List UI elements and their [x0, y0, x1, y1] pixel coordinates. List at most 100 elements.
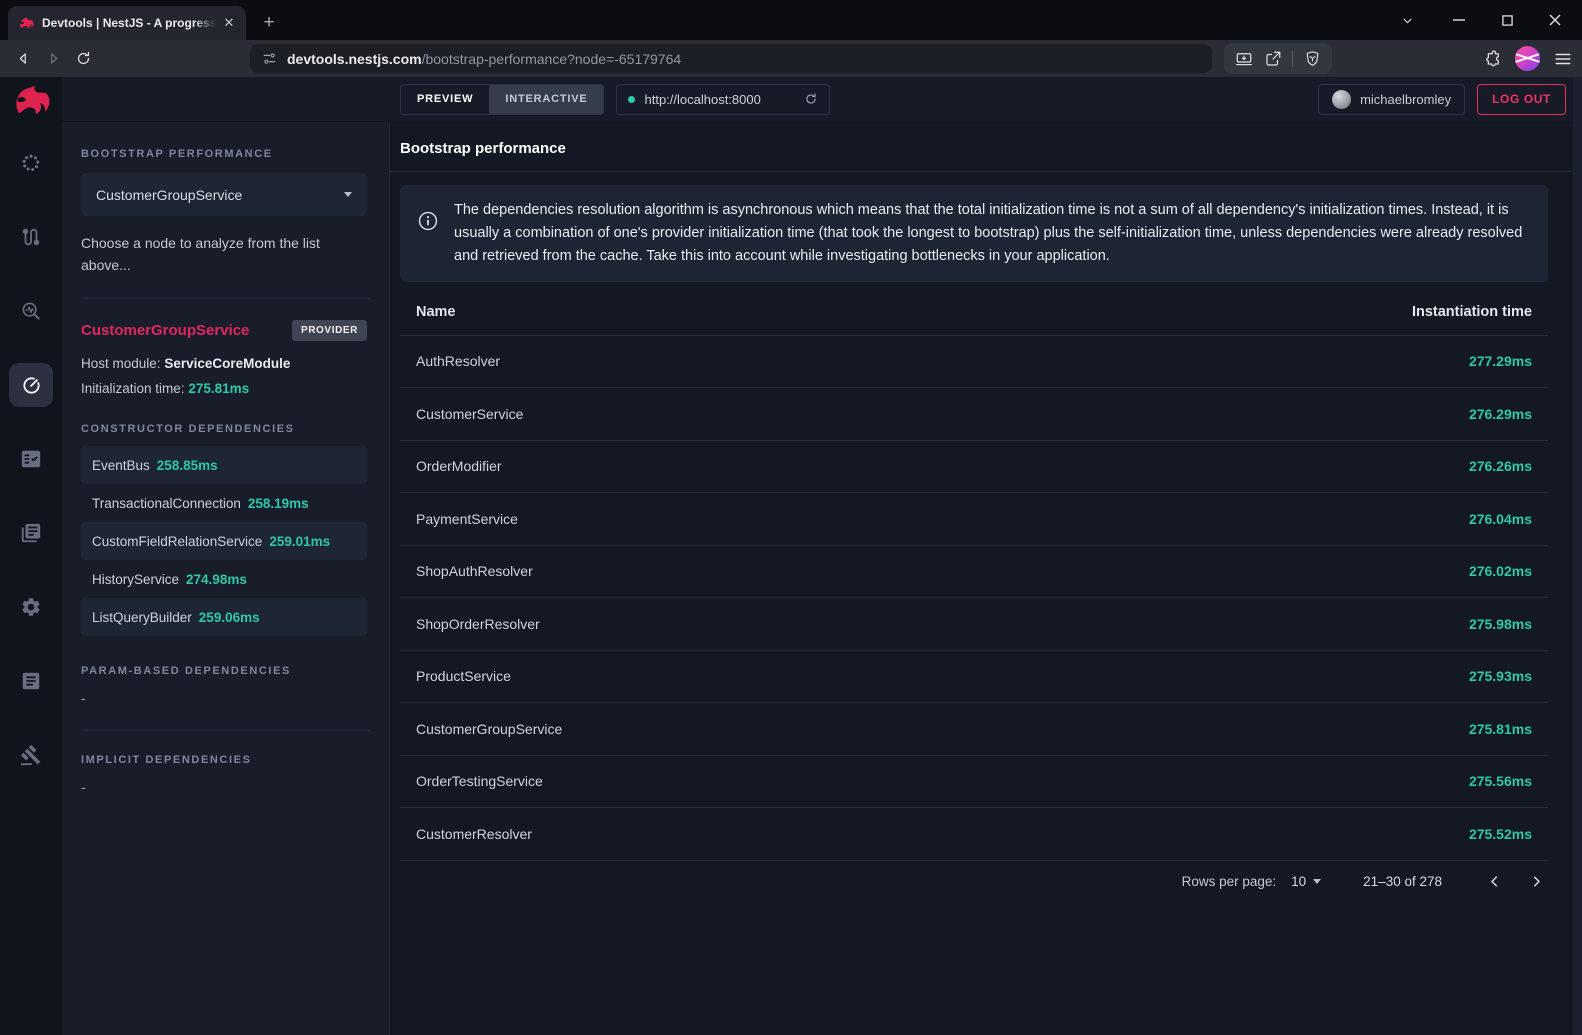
row-instantiation-time: 277.29ms [1469, 353, 1532, 369]
init-time-row: Initialization time: 275.81ms [81, 381, 367, 396]
divider [81, 298, 371, 299]
new-tab-button[interactable]: + [256, 10, 282, 36]
dependency-item[interactable]: EventBus 258.85ms [81, 446, 367, 484]
param-deps-title: PARAM-BASED DEPENDENCIES [81, 665, 367, 677]
dependency-name: EventBus [92, 458, 150, 473]
tab-search-icon[interactable] [1384, 0, 1430, 40]
dependency-time: 259.01ms [269, 534, 330, 549]
table-row[interactable]: CustomerResolver275.52ms [400, 808, 1548, 861]
row-instantiation-time: 275.56ms [1469, 773, 1532, 789]
nestjs-favicon [18, 15, 34, 31]
url-text: devtools.nestjs.com/bootstrap-performanc… [287, 51, 681, 67]
prev-page-button[interactable] [1482, 870, 1506, 894]
dependency-time: 258.85ms [157, 458, 218, 473]
interactive-tab[interactable]: INTERACTIVE [489, 85, 603, 114]
dependency-item[interactable]: CustomFieldRelationService259.01ms [81, 522, 367, 560]
constructor-deps-title: CONSTRUCTOR DEPENDENCIES [81, 423, 367, 435]
dependency-name: HistoryService [92, 572, 179, 587]
dependency-item[interactable]: TransactionalConnection 258.19ms [81, 484, 367, 522]
table-row[interactable]: CustomerGroupService275.81ms [400, 703, 1548, 756]
brave-shields-icon[interactable] [1304, 50, 1321, 67]
table-row[interactable]: CustomerService276.29ms [400, 388, 1548, 441]
app-topbar: PREVIEW INTERACTIVE http://localhost:800… [62, 77, 1582, 122]
extensions-icon[interactable] [1482, 49, 1501, 68]
browser-tab[interactable]: Devtools | NestJS - A progressive ✕ [8, 6, 246, 40]
address-bar[interactable]: devtools.nestjs.com/bootstrap-performanc… [250, 44, 1212, 73]
table-row[interactable]: PaymentService276.04ms [400, 493, 1548, 546]
table-row[interactable]: ShopOrderResolver275.98ms [400, 598, 1548, 651]
page-title: Bootstrap performance [400, 140, 1582, 157]
node-select[interactable]: CustomerGroupService [81, 173, 367, 216]
performance-gauge-icon[interactable] [9, 363, 53, 407]
audit-checklist-icon[interactable] [9, 437, 53, 481]
tab-title: Devtools | NestJS - A progressive [42, 16, 216, 30]
provider-badge: PROVIDER [292, 320, 367, 341]
row-name: PaymentService [416, 511, 518, 527]
row-instantiation-time: 275.81ms [1469, 721, 1532, 737]
info-icon [417, 210, 439, 232]
dependency-item[interactable]: ListQueryBuilder259.06ms [81, 598, 367, 636]
row-instantiation-time: 276.29ms [1469, 406, 1532, 422]
implicit-deps-value: - [81, 779, 367, 795]
gavel-icon[interactable] [9, 733, 53, 777]
row-name: ProductService [416, 668, 511, 684]
table-row[interactable]: OrderTestingService 275.56ms [400, 756, 1548, 809]
param-deps-value: - [81, 690, 367, 706]
logout-button[interactable]: LOG OUT [1477, 84, 1566, 115]
panel-section-title: BOOTSTRAP PERFORMANCE [81, 148, 367, 160]
route-icon[interactable] [9, 215, 53, 259]
table-row[interactable]: ProductService275.93ms [400, 651, 1548, 704]
menu-icon[interactable] [1554, 50, 1572, 68]
search-insights-icon[interactable] [9, 289, 53, 333]
table-row[interactable]: OrderModifier276.26ms [400, 441, 1548, 494]
chevron-down-icon [1313, 879, 1321, 884]
close-window-button[interactable] [1532, 0, 1578, 40]
table-row[interactable]: AuthResolver277.29ms [400, 336, 1548, 389]
site-settings-icon[interactable] [262, 51, 277, 66]
col-instantiation-time: Instantiation time [1412, 304, 1532, 320]
host-module-row: Host module: ServiceCoreModule [81, 356, 367, 371]
forward-button[interactable] [38, 44, 68, 74]
rows-per-page-select[interactable]: 10 [1291, 874, 1321, 889]
browser-toolbar: devtools.nestjs.com/bootstrap-performanc… [0, 40, 1582, 77]
refresh-icon[interactable] [804, 92, 818, 106]
settings-gear-icon[interactable] [9, 585, 53, 629]
user-avatar [1332, 90, 1351, 109]
main-content: Bootstrap performance The dependencies r… [390, 122, 1582, 1035]
username: michaelbromley [1360, 92, 1451, 107]
browser-tab-strip: Devtools | NestJS - A progressive ✕ + [0, 0, 1582, 40]
tab-close-icon[interactable]: ✕ [220, 14, 238, 32]
implicit-deps-title: IMPLICIT DEPENDENCIES [81, 754, 367, 766]
info-banner: The dependencies resolution algorithm is… [400, 185, 1548, 282]
preview-tab[interactable]: PREVIEW [401, 85, 489, 114]
maximize-button[interactable] [1484, 0, 1530, 40]
user-chip[interactable]: michaelbromley [1318, 84, 1465, 115]
row-name: CustomerResolver [416, 826, 532, 842]
dependency-time: 258.19ms [248, 496, 309, 511]
init-time-value: 275.81ms [188, 381, 249, 396]
table-row[interactable]: ShopAuthResolver276.02ms [400, 546, 1548, 599]
row-name: OrderTestingService [416, 773, 543, 789]
browser-profile-avatar[interactable] [1515, 46, 1540, 71]
constructor-deps-list: EventBus 258.85ms TransactionalConnection 2… [81, 446, 367, 636]
scrollbar-track[interactable] [1573, 77, 1582, 1035]
graph-icon[interactable] [9, 141, 53, 185]
dependency-time: 274.98ms [186, 572, 247, 587]
next-page-button[interactable] [1524, 870, 1548, 894]
selected-node-name: CustomerGroupService [81, 322, 292, 339]
dependency-item[interactable]: HistoryService 274.98ms [81, 560, 367, 598]
minimize-button[interactable] [1436, 0, 1482, 40]
send-to-device-icon[interactable] [1235, 50, 1253, 68]
table-header: Name Instantiation time [400, 282, 1548, 336]
modules-library-icon[interactable] [9, 511, 53, 555]
share-icon[interactable] [1264, 50, 1282, 68]
devtools-app: PREVIEW INTERACTIVE http://localhost:800… [0, 77, 1582, 1035]
reload-button[interactable] [68, 44, 98, 74]
dependency-name: TransactionalConnection [92, 496, 241, 511]
docs-article-icon[interactable] [9, 659, 53, 703]
pagination: Rows per page: 10 21–30 of 278 [400, 870, 1548, 894]
target-url-box[interactable]: http://localhost:8000 [616, 84, 830, 115]
omnibox-actions [1224, 43, 1332, 74]
row-instantiation-time: 276.26ms [1469, 458, 1532, 474]
back-button[interactable] [8, 44, 38, 74]
